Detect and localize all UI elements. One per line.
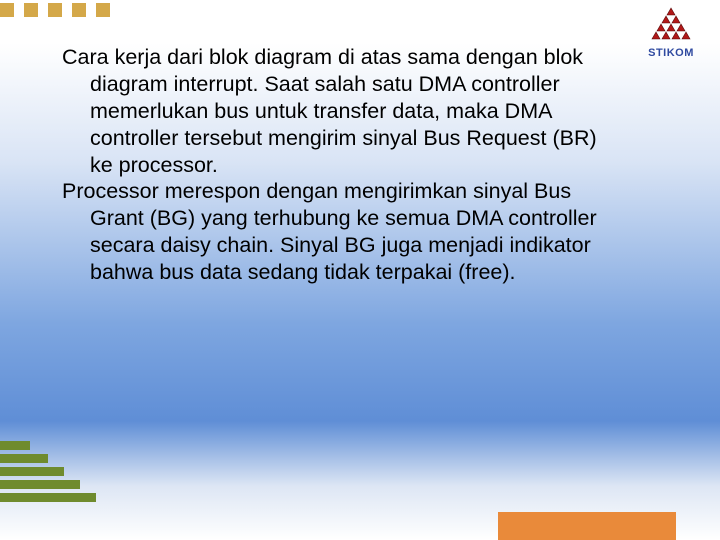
stikom-logo: STIKOM (636, 6, 706, 66)
decor-bar (0, 454, 48, 463)
top-decor-squares (0, 3, 110, 17)
pyramid-icon (644, 6, 698, 46)
decor-square (72, 3, 86, 17)
decor-bar (0, 480, 80, 489)
logo-label: STIKOM (636, 47, 706, 59)
slide-body: Cara kerja dari blok diagram di atas sam… (62, 44, 602, 286)
bottom-decor-block (498, 512, 676, 540)
decor-bar (0, 467, 64, 476)
decor-square (24, 3, 38, 17)
left-decor-bars (0, 441, 96, 502)
decor-bar (0, 493, 96, 502)
decor-square (48, 3, 62, 17)
paragraph: Processor merespon dengan mengirimkan si… (62, 178, 602, 286)
decor-square (96, 3, 110, 17)
decor-square (0, 3, 14, 17)
decor-bar (0, 441, 30, 450)
paragraph: Cara kerja dari blok diagram di atas sam… (62, 44, 602, 178)
